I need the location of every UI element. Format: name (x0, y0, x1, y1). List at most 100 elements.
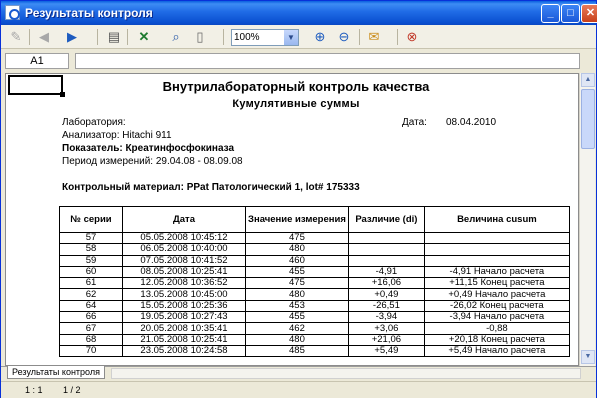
status-scale: 1 : 1 (25, 385, 43, 395)
table-cell: 23.05.2008 10:24:58 (122, 344, 246, 358)
table-cell: 480 (245, 333, 349, 346)
table-cell: 59 (59, 254, 123, 267)
table-cell: +11,15 Конец расчета (423, 277, 570, 290)
zoom-out-icon[interactable]: ⊖ (335, 28, 353, 46)
toolbar-separator (29, 29, 30, 45)
table-cell: 20.05.2008 10:35:41 (122, 322, 246, 335)
vertical-scrollbar[interactable]: ▲ ▼ (579, 73, 595, 366)
scroll-down-icon[interactable]: ▼ (581, 350, 595, 364)
table-row: 64 15.05.2008 10:25:36 453 -26,51 -26,02 Кон… (59, 299, 570, 313)
table-cell (423, 254, 570, 267)
close-button[interactable]: ✕ (581, 4, 597, 23)
sheet-tab[interactable]: Результаты контроля (7, 366, 105, 379)
table-cell: 462 (245, 322, 349, 335)
status-bar: 1 : 1 1 / 2 (1, 381, 596, 398)
chevron-down-icon[interactable]: ▼ (284, 30, 298, 45)
toolbar-separator (359, 29, 360, 45)
horizontal-scrollbar[interactable] (111, 368, 581, 379)
table-header-row: № серии Дата Значение измерения Различие (d… (59, 206, 570, 233)
table-row: 61 12.05.2008 10:36:52 475 +16,06 +11,15 Кон… (59, 277, 570, 290)
table-cell: +3,06 (347, 322, 425, 335)
report-subtitle: Кумулятивные суммы (232, 98, 360, 110)
table-cell: -0,88 (423, 322, 570, 335)
search-icon[interactable]: ⌕ (167, 28, 185, 46)
table-row: 70 23.05.2008 10:24:58 485 +5,49 +5,49 Начал… (59, 344, 570, 358)
table-row: 60 08.05.2008 10:25:41 455 -4,91 -4,91 Начал… (59, 265, 570, 279)
column-header: Величина cusum (423, 206, 570, 233)
cusum-table: № серии Дата Значение измерения Различие (d… (59, 206, 570, 358)
table-row: 58 06.05.2008 10:40:00 480 (59, 243, 570, 256)
scroll-up-icon[interactable]: ▲ (581, 73, 595, 87)
table-cell: 60 (59, 265, 123, 279)
table-cell: 61 (59, 277, 123, 290)
print-icon[interactable]: ▤ (105, 28, 123, 46)
table-row: 59 07.05.2008 10:41:52 460 (59, 254, 570, 267)
table-cell: 70 (59, 344, 123, 358)
table-cell: 67 (59, 322, 123, 335)
table-cell: -26,51 (347, 299, 425, 313)
table-cell: 08.05.2008 10:25:41 (122, 265, 246, 279)
table-cell: 460 (245, 254, 349, 267)
table-cell: 07.05.2008 10:41:52 (122, 254, 246, 267)
page-icon[interactable]: ▯ (191, 28, 209, 46)
paperclip-icon[interactable]: ✎ (7, 28, 25, 46)
column-header: Различие (di) (347, 206, 425, 233)
maximize-button[interactable]: □ (561, 4, 580, 23)
toolbar-separator (223, 29, 224, 45)
forward-icon[interactable]: ▶ (63, 28, 81, 46)
table-cell: 64 (59, 299, 123, 313)
zoom-in-icon[interactable]: ⊕ (311, 28, 329, 46)
table-cell (347, 254, 425, 267)
table-row: 68 21.05.2008 10:25:41 480 +21,06 +20,18 Кон… (59, 333, 570, 346)
indicator-value: Креатинфосфокиназа (125, 143, 235, 154)
table-cell: +0,49 Начало расчета (423, 288, 570, 301)
table-row: 62 13.05.2008 10:45:00 480 +0,49 +0,49 Начал… (59, 288, 570, 301)
table-cell: 475 (245, 277, 349, 290)
excel-export-icon[interactable]: ✕ (135, 28, 153, 46)
close-doc-icon[interactable]: ⊗ (403, 28, 421, 46)
table-cell (347, 243, 425, 256)
report-sheet[interactable]: Внутрилабораторный контроль качества Кум… (5, 73, 579, 366)
analyzer: Анализатор: Hitachi 911 (62, 130, 172, 141)
table-cell: +21,06 (347, 333, 425, 346)
window-title: Результаты контроля (25, 6, 153, 20)
indicator-label: Показатель: (62, 143, 126, 154)
table-cell: +5,49 Начало расчета (423, 344, 570, 358)
table-cell: +20,18 Конец расчета (423, 333, 570, 346)
table-cell: -3,94 Начало расчета (423, 311, 570, 324)
scroll-thumb[interactable] (581, 89, 595, 149)
status-pages: 1 / 2 (63, 385, 81, 395)
app-icon (5, 5, 20, 20)
toolbar-separator (97, 29, 98, 45)
column-header: Значение измерения (245, 206, 349, 233)
table-cell: 06.05.2008 10:40:00 (122, 243, 246, 256)
table-cell: 05.05.2008 10:45:12 (122, 231, 246, 245)
table-cell: 453 (245, 299, 349, 313)
email-icon[interactable]: ✉ (365, 28, 383, 46)
table-cell: 66 (59, 311, 123, 324)
table-cell: +0,49 (347, 288, 425, 301)
table-cell: 475 (245, 231, 349, 245)
table-cell: -26,02 Конец расчета (423, 299, 570, 313)
table-cell: 57 (59, 231, 123, 245)
formula-bar: A1 (1, 50, 596, 72)
table-cell: 15.05.2008 10:25:36 (122, 299, 246, 313)
lab-label: Лаборатория: (62, 117, 126, 128)
minimize-button[interactable]: _ (541, 4, 560, 23)
zoom-select[interactable]: 100% ▼ (231, 29, 299, 46)
back-icon[interactable]: ◀ (35, 28, 53, 46)
table-cell: 480 (245, 243, 349, 256)
toolbar-separator (397, 29, 398, 45)
table-body: 57 05.05.2008 10:45:12 475 58 06.05.2008 10:… (59, 231, 570, 358)
table-row: 67 20.05.2008 10:35:41 462 +3,06 -0,88 (59, 322, 570, 335)
formula-input[interactable] (75, 53, 580, 69)
title-bar: Результаты контроля _ □ ✕ (1, 1, 597, 25)
indicator: Показатель: Креатинфосфокиназа (62, 143, 234, 154)
table-cell: 21.05.2008 10:25:41 (122, 333, 246, 346)
table-cell (347, 231, 425, 245)
cell-reference[interactable]: A1 (5, 53, 69, 69)
column-header: № серии (59, 206, 123, 233)
table-cell: 455 (245, 311, 349, 324)
table-cell: 13.05.2008 10:45:00 (122, 288, 246, 301)
table-cell: 455 (245, 265, 349, 279)
